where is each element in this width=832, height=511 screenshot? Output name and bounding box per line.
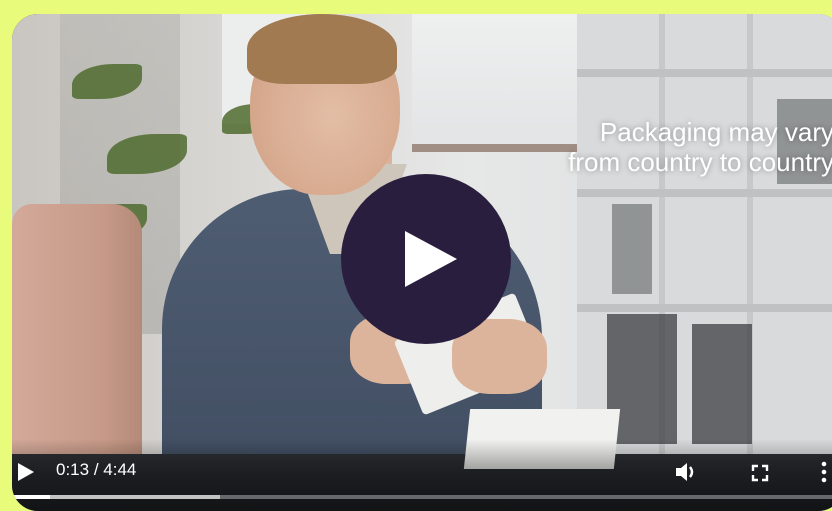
current-time: 0:13 bbox=[56, 460, 90, 479]
duration: 4:44 bbox=[103, 460, 137, 479]
big-play-button[interactable] bbox=[341, 174, 511, 344]
play-button[interactable] bbox=[16, 461, 36, 483]
video-caption-overlay: Packaging may vary from country to count… bbox=[494, 117, 832, 177]
volume-button[interactable] bbox=[675, 461, 699, 483]
control-bar: 0:13 / 4:44 bbox=[12, 439, 832, 511]
time-display: 0:13 / 4:44 bbox=[56, 460, 136, 480]
fullscreen-button[interactable] bbox=[750, 463, 770, 483]
more-options-icon bbox=[821, 461, 827, 483]
caption-line-2: from country to country bbox=[568, 147, 832, 177]
play-icon bbox=[18, 463, 34, 481]
play-icon bbox=[405, 231, 457, 287]
fullscreen-icon bbox=[751, 464, 769, 482]
progress-bar[interactable] bbox=[12, 495, 832, 499]
time-separator: / bbox=[89, 460, 104, 479]
video-player[interactable]: Packaging may vary from country to count… bbox=[12, 14, 832, 511]
more-options-button[interactable] bbox=[820, 461, 828, 483]
progress-played bbox=[12, 495, 51, 499]
caption-line-1: Packaging may vary bbox=[599, 117, 832, 147]
volume-icon bbox=[676, 463, 694, 481]
